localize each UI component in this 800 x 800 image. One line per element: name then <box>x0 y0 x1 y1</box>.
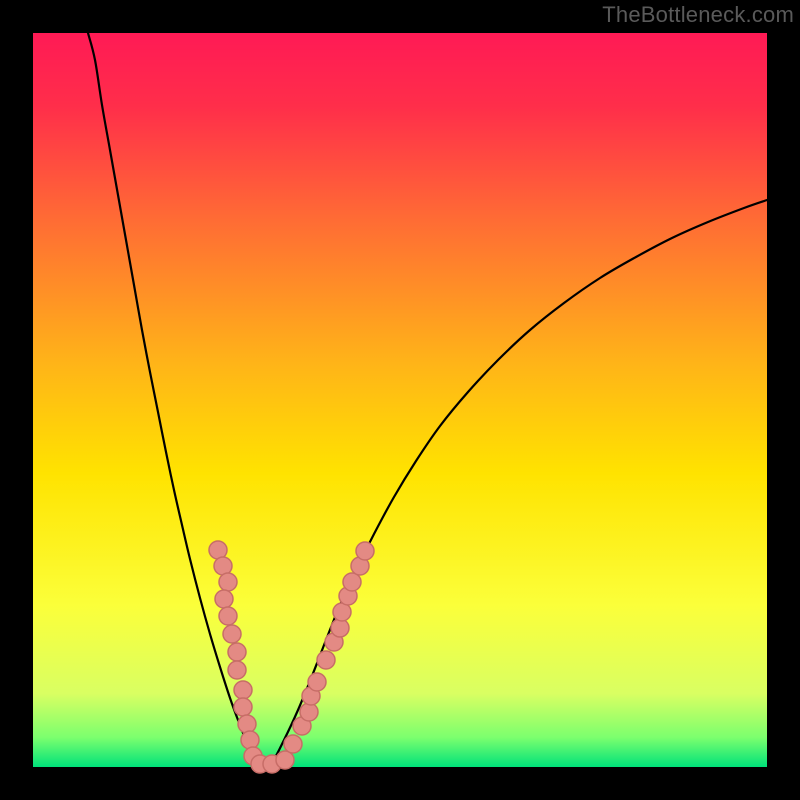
data-dot <box>215 590 233 608</box>
data-dot <box>219 573 237 591</box>
bottleneck-chart <box>0 0 800 800</box>
data-dot <box>234 698 252 716</box>
data-dot <box>219 607 237 625</box>
data-dot <box>284 735 302 753</box>
data-dot <box>308 673 326 691</box>
data-dot <box>228 661 246 679</box>
data-dot <box>300 703 318 721</box>
data-dot <box>209 541 227 559</box>
data-dot <box>223 625 241 643</box>
plot-background <box>33 33 767 767</box>
data-dot <box>317 651 335 669</box>
data-dot <box>356 542 374 560</box>
data-dot <box>241 731 259 749</box>
data-dot <box>234 681 252 699</box>
data-dot <box>214 557 232 575</box>
data-dot <box>238 715 256 733</box>
data-dot <box>228 643 246 661</box>
watermark-text: TheBottleneck.com <box>602 2 794 28</box>
data-dot <box>276 751 294 769</box>
data-dot <box>331 619 349 637</box>
chart-stage: TheBottleneck.com <box>0 0 800 800</box>
data-dot <box>343 573 361 591</box>
